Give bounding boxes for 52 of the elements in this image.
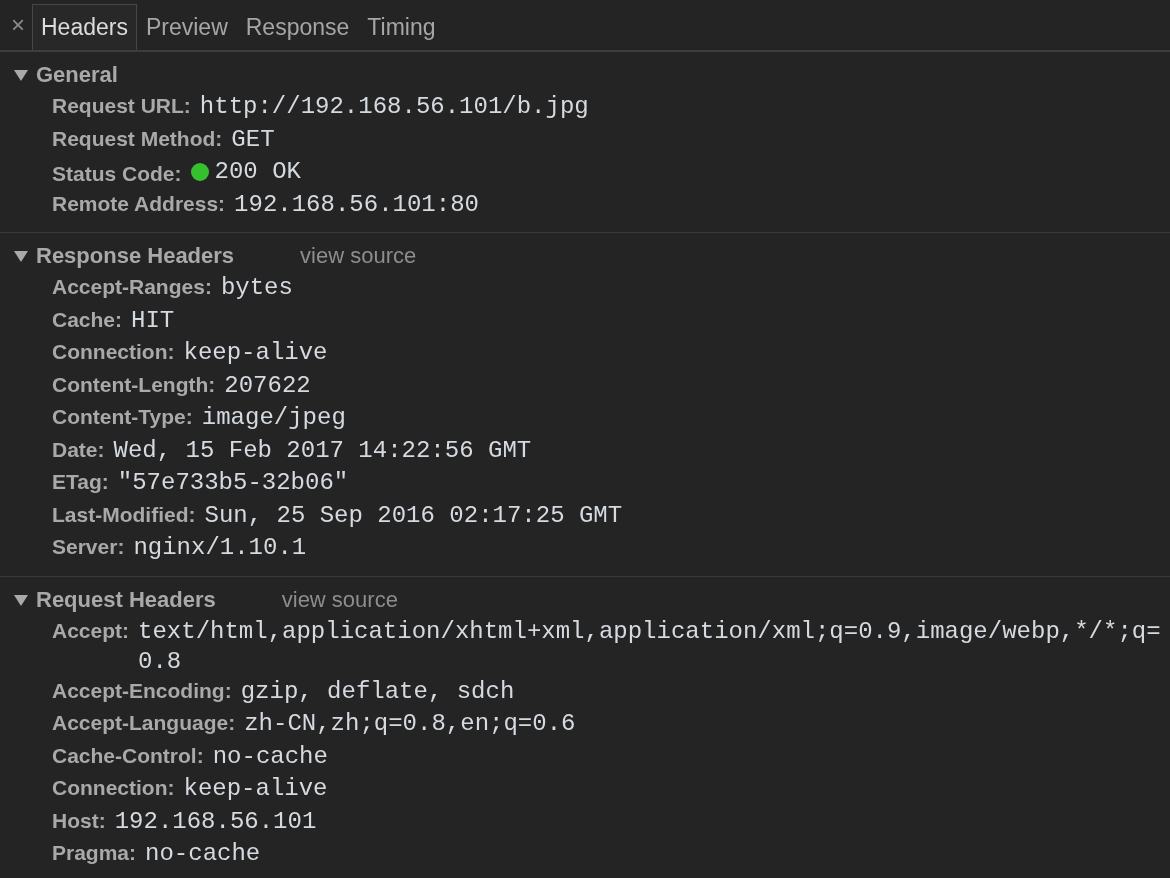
header-name: Content-Type: xyxy=(52,405,193,429)
disclosure-triangle-icon[interactable] xyxy=(12,592,30,607)
header-name: Request Method: xyxy=(52,126,223,151)
header-name: Accept-Language: xyxy=(52,711,236,735)
view-source-link[interactable]: view source xyxy=(300,243,417,269)
header-value: bytes xyxy=(220,273,293,303)
header-name: Accept: xyxy=(52,618,130,643)
header-name: Cache-Control: xyxy=(52,743,204,768)
header-name: Connection: xyxy=(52,776,175,800)
header-name: Pragma: xyxy=(52,841,137,865)
header-name: Cache: xyxy=(52,307,123,332)
header-name: Last-Modified: xyxy=(52,502,196,527)
view-source-link[interactable]: view source xyxy=(281,586,398,613)
header-value: "57e733b5-32b06" xyxy=(117,468,349,498)
disclosure-triangle-icon[interactable] xyxy=(12,68,30,82)
header-value: HIT xyxy=(131,305,175,336)
section-title: Response Headers xyxy=(36,243,235,269)
header-value: no-cache xyxy=(145,839,261,869)
header-value: nginx/1.10.1 xyxy=(133,533,307,563)
header-name: Connection: xyxy=(52,340,175,364)
header-value: GET xyxy=(231,124,275,155)
header-name: Status Code: xyxy=(52,162,182,186)
header-value: Wed, 15 Feb 2017 14:22:56 GMT xyxy=(113,435,532,466)
header-value: http://192.168.56.101/b.jpg xyxy=(199,92,589,122)
header-name: Remote Address: xyxy=(52,191,226,216)
header-name: Server: xyxy=(52,535,125,559)
header-name: ETag: xyxy=(52,470,109,494)
disclosure-triangle-icon[interactable] xyxy=(12,249,30,263)
tab[interactable]: Headers xyxy=(32,4,137,50)
header-value: gzip, deflate, sdch xyxy=(240,676,515,707)
header-value: 192.168.56.101 xyxy=(114,806,317,837)
header-value: keep-alive xyxy=(183,338,328,368)
close-button[interactable]: × xyxy=(4,11,32,39)
header-value: Sun, 25 Sep 2016 02:17:25 GMT xyxy=(204,500,623,531)
header-value: 200 OK xyxy=(214,157,301,187)
header-name: Date: xyxy=(52,437,105,462)
header-name: Host: xyxy=(52,808,106,833)
header-value: 207622 xyxy=(224,370,311,401)
header-value: image/jpeg xyxy=(201,403,346,433)
section-title: General xyxy=(36,62,118,88)
header-name: Accept-Ranges: xyxy=(52,275,212,299)
header-value: 192.168.56.101:80 xyxy=(234,189,479,220)
tab[interactable]: Timing xyxy=(358,4,445,50)
header-name: Accept-Encoding: xyxy=(52,678,232,703)
tab[interactable]: Preview xyxy=(136,4,237,50)
tab[interactable]: Response xyxy=(236,4,359,50)
header-name: Content-Length: xyxy=(52,372,216,397)
header-value: no-cache xyxy=(212,741,328,772)
section-title: Request Headers xyxy=(36,586,216,613)
header-name: Request URL: xyxy=(52,94,191,118)
header-value: keep-alive xyxy=(183,774,328,804)
header-value: zh-CN,zh;q=0.8,en;q=0.6 xyxy=(244,709,576,739)
